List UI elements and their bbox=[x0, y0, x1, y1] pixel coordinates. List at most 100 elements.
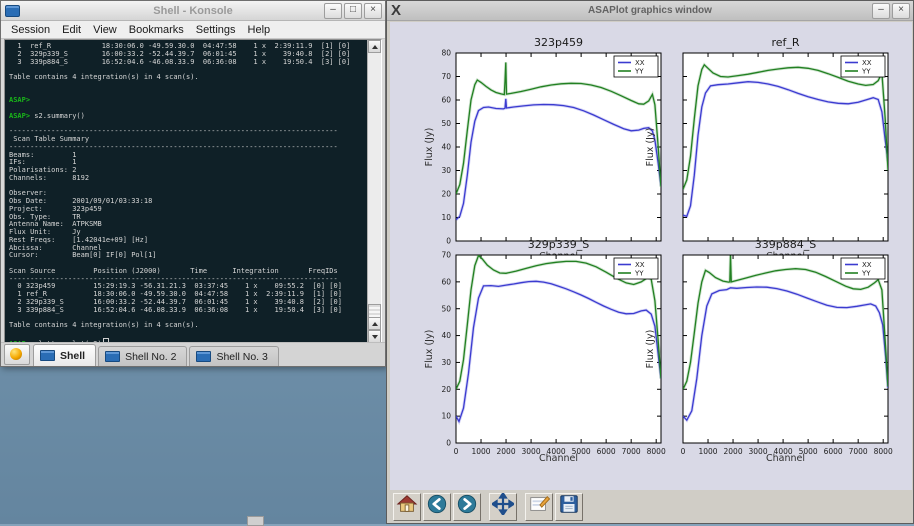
asaplot-titlebar[interactable]: X ASAPlot graphics window –× bbox=[387, 1, 913, 21]
terminal-line: Channels: 8192 bbox=[9, 175, 367, 183]
pan-icon bbox=[492, 493, 514, 520]
x-tick-label: 3000 bbox=[749, 447, 768, 456]
terminal-line bbox=[9, 90, 367, 98]
x-tick-label: 1000 bbox=[471, 447, 490, 456]
konsole-window: Shell - Konsole –□× SessionEditViewBookm… bbox=[0, 0, 386, 367]
tab-shell-no-2[interactable]: Shell No. 2 bbox=[98, 346, 187, 366]
y-tick-label: 10 bbox=[441, 213, 451, 222]
y-axis-label: Flux (Jy) bbox=[424, 330, 435, 369]
terminal-output[interactable]: 1 ref_R 18:30:06.0 -49.59.30.0 04:47:58 … bbox=[5, 40, 367, 343]
terminal-line: Table contains 4 integration(s) in 4 sca… bbox=[9, 74, 367, 82]
x-tick-label: 8000 bbox=[647, 447, 666, 456]
scroll-up-icon-bottom[interactable] bbox=[368, 317, 381, 330]
close-button[interactable]: × bbox=[364, 3, 382, 19]
y-tick-label: 30 bbox=[441, 358, 451, 367]
desktop-artifact bbox=[247, 516, 264, 526]
y-tick-label: 20 bbox=[441, 190, 451, 199]
y-tick-label: 20 bbox=[441, 385, 451, 394]
menu-item-help[interactable]: Help bbox=[242, 23, 277, 37]
terminal-line bbox=[9, 330, 367, 338]
asaplot-window: X ASAPlot graphics window –× Channel0102… bbox=[386, 0, 914, 524]
subplot-title: 339p884_S bbox=[755, 238, 816, 251]
terminal-scrollbar[interactable] bbox=[367, 40, 381, 343]
legend-label: YY bbox=[634, 68, 644, 76]
y-tick-label: 0 bbox=[446, 237, 451, 246]
konsole-menu-bar: SessionEditViewBookmarksSettingsHelp bbox=[1, 21, 385, 39]
subplot-title: 329p339_S bbox=[528, 238, 589, 251]
forward-icon bbox=[456, 493, 478, 520]
subplot-title: ref_R bbox=[771, 36, 799, 49]
terminal-tab-icon bbox=[105, 351, 120, 362]
subplots-button[interactable] bbox=[525, 493, 553, 521]
x-tick-label: 2000 bbox=[724, 447, 743, 456]
legend-label: XX bbox=[862, 59, 872, 67]
x-tick-label: 7000 bbox=[622, 447, 641, 456]
menu-item-settings[interactable]: Settings bbox=[190, 23, 242, 37]
menu-item-view[interactable]: View bbox=[87, 23, 123, 37]
terminal-line: Cursor: Beam[0] IF[0] Pol[1] bbox=[9, 252, 367, 260]
tab-label: Shell No. 2 bbox=[125, 351, 176, 363]
tab-shell-no-3[interactable]: Shell No. 3 bbox=[189, 346, 278, 366]
legend-label: XX bbox=[635, 261, 645, 269]
home-button[interactable] bbox=[393, 493, 421, 521]
minimize-button[interactable]: – bbox=[872, 3, 890, 19]
x-tick-label: 2000 bbox=[497, 447, 516, 456]
subplot-323p459: Channel01020304050607080323p459Flux (Jy)… bbox=[424, 36, 661, 262]
axes-frame bbox=[456, 53, 661, 241]
tab-label: Shell No. 3 bbox=[216, 351, 267, 363]
desktop: { "konsole": { "window_title": "Shell - … bbox=[0, 0, 914, 524]
y-tick-label: 0 bbox=[446, 439, 451, 448]
y-tick-label: 50 bbox=[441, 119, 451, 128]
new-session-button[interactable] bbox=[4, 344, 30, 365]
y-tick-label: 60 bbox=[441, 96, 451, 105]
terminal-tab-icon bbox=[40, 350, 55, 361]
legend-label: XX bbox=[862, 261, 872, 269]
menu-item-session[interactable]: Session bbox=[5, 23, 56, 37]
x11-app-icon: X bbox=[391, 3, 401, 18]
minimize-button[interactable]: – bbox=[324, 3, 342, 19]
x-tick-label: 1000 bbox=[698, 447, 717, 456]
y-tick-label: 70 bbox=[441, 251, 451, 260]
konsole-window-buttons: –□× bbox=[324, 3, 385, 19]
x-tick-label: 5000 bbox=[799, 447, 818, 456]
back-button[interactable] bbox=[423, 493, 451, 521]
new-session-icon bbox=[10, 348, 22, 360]
y-axis-label: Flux (Jy) bbox=[645, 128, 656, 167]
axes-frame bbox=[683, 255, 888, 443]
y-tick-label: 70 bbox=[441, 72, 451, 81]
asaplot-window-title: ASAPlot graphics window bbox=[387, 5, 913, 16]
matplotlib-toolbar bbox=[387, 490, 913, 523]
terminal-line: ASAP> bbox=[9, 97, 367, 105]
x-tick-label: 6000 bbox=[824, 447, 843, 456]
figure-canvas[interactable]: Channel01020304050607080323p459Flux (Jy)… bbox=[390, 22, 912, 490]
subplot-ref_R: Channelref_RFlux (Jy)XXYY bbox=[645, 36, 888, 262]
y-axis-label: Flux (Jy) bbox=[424, 128, 435, 167]
tab-label: Shell bbox=[60, 350, 85, 362]
pan-button[interactable] bbox=[489, 493, 517, 521]
x-tick-label: 4000 bbox=[547, 447, 566, 456]
y-axis-label: Flux (Jy) bbox=[645, 330, 656, 369]
konsole-tab-bar: Shell Shell No. 2 Shell No. 3 bbox=[1, 342, 385, 366]
x-tick-label: 0 bbox=[681, 447, 686, 456]
x-tick-label: 6000 bbox=[597, 447, 616, 456]
scroll-up-icon[interactable] bbox=[368, 40, 381, 53]
y-tick-label: 40 bbox=[441, 143, 451, 152]
forward-button[interactable] bbox=[453, 493, 481, 521]
subplot-329p339_S: Channel010002000300040005000600070008000… bbox=[424, 238, 666, 464]
close-button[interactable]: × bbox=[892, 3, 910, 19]
save-button[interactable] bbox=[555, 493, 583, 521]
terminal-line: 3 339p884_S 16:52:04.6 -46.08.33.9 06:36… bbox=[9, 59, 367, 67]
tab-shell[interactable]: Shell bbox=[33, 344, 96, 366]
x-tick-label: 8000 bbox=[874, 447, 893, 456]
x-tick-label: 0 bbox=[454, 447, 459, 456]
maximize-button[interactable]: □ bbox=[344, 3, 362, 19]
menu-item-edit[interactable]: Edit bbox=[56, 23, 87, 37]
x-tick-label: 4000 bbox=[774, 447, 793, 456]
tabs-holder: Shell Shell No. 2 Shell No. 3 bbox=[33, 344, 281, 366]
x-tick-label: 7000 bbox=[849, 447, 868, 456]
menu-item-bookmarks[interactable]: Bookmarks bbox=[123, 23, 190, 37]
axes-frame bbox=[683, 53, 888, 241]
terminal-line: ASAP> s2.summary() bbox=[9, 113, 367, 121]
terminal-line: 3 339p884_S 16:52:04.6 -46.08.33.9 06:36… bbox=[9, 307, 367, 315]
konsole-titlebar[interactable]: Shell - Konsole –□× bbox=[1, 1, 385, 21]
